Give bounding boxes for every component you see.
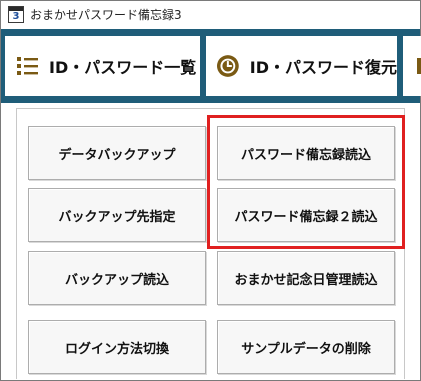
app-icon: 3 [8, 6, 24, 23]
delete-sample-data-button[interactable]: サンプルデータの削除 [217, 320, 395, 374]
partial-icon [417, 58, 421, 74]
switch-login-method-button[interactable]: ログイン方法切換 [28, 320, 206, 374]
title-bar: 3 おまかせパスワード備忘録3 [1, 1, 420, 28]
read-anniversary-button[interactable]: おまかせ記念日管理読込 [217, 251, 395, 305]
toolbar: ID・パスワード一覧 ID・パスワード復元 [1, 29, 421, 103]
id-password-restore-button[interactable]: ID・パスワード復元 [206, 36, 397, 96]
data-backup-button[interactable]: データバックアップ [28, 126, 206, 180]
read-password-book-2-button[interactable]: パスワード備忘録２読込 [217, 188, 395, 242]
id-password-list-label: ID・パスワード一覧 [49, 58, 197, 77]
backup-destination-button[interactable]: バックアップ先指定 [28, 188, 206, 242]
toolbar-overflow-button[interactable] [403, 36, 421, 96]
id-password-list-button[interactable]: ID・パスワード一覧 [5, 36, 200, 96]
list-icon [17, 57, 38, 75]
read-backup-button[interactable]: バックアップ読込 [28, 251, 206, 305]
window-title: おまかせパスワード備忘録3 [30, 8, 182, 22]
restore-clock-icon [216, 55, 239, 77]
id-password-restore-label: ID・パスワード復元 [249, 58, 397, 77]
read-password-book-button[interactable]: パスワード備忘録読込 [217, 126, 395, 180]
